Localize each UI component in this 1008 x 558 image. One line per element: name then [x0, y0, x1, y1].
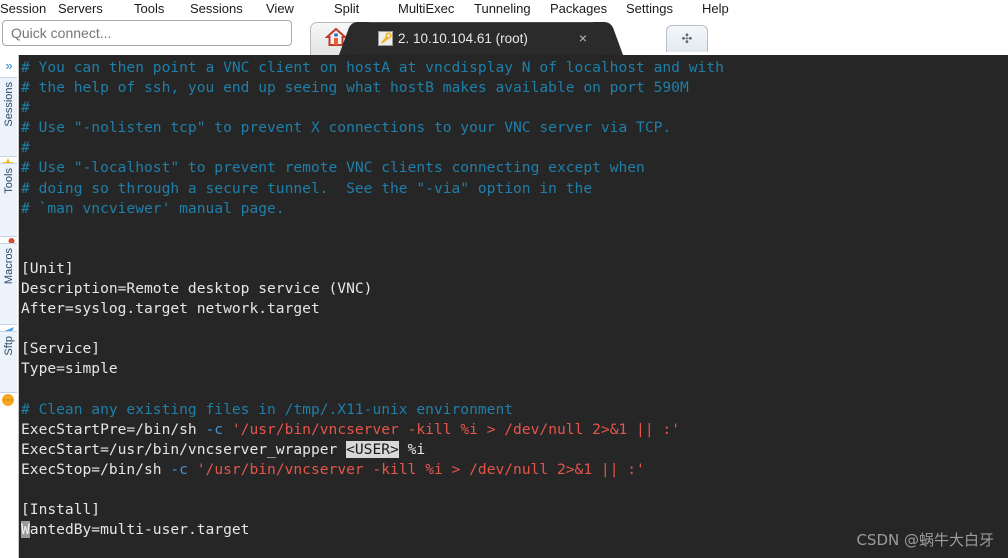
sftp-icon	[1, 393, 16, 408]
new-tab-icon: ✣	[681, 31, 693, 46]
terminal-line: WantedBy=multi-user.target	[21, 520, 1008, 540]
terminal-span: #	[21, 139, 30, 157]
menu-item-packages[interactable]: Packages	[550, 2, 607, 17]
terminal-span: [Unit]	[21, 259, 74, 277]
terminal-line: Description=Remote desktop service (VNC)	[21, 279, 1008, 299]
terminal-line: Type=simple	[21, 359, 1008, 379]
terminal-line: ExecStart=/usr/bin/vncserver_wrapper <US…	[21, 440, 1008, 460]
cursor-cell: W	[21, 521, 30, 539]
sidebar-tab-tools[interactable]: Tools	[0, 163, 17, 237]
terminal-span: -c	[205, 420, 224, 438]
terminal-line: After=syslog.target network.target	[21, 299, 1008, 319]
expand-sidebar-icon[interactable]: »	[1, 57, 17, 75]
terminal-line: #	[21, 138, 1008, 158]
menu-item-tools[interactable]: Tools	[134, 2, 164, 17]
terminal-span: '/usr/bin/vncserver -kill %i > /dev/null…	[196, 460, 645, 478]
terminal-span: #	[21, 99, 30, 117]
quick-connect-input[interactable]	[2, 20, 292, 46]
menu-item-servers[interactable]: Servers	[58, 2, 103, 17]
terminal-span: ExecStop=/bin/sh	[21, 460, 171, 478]
sidebar-tab-label: Macros	[2, 248, 15, 285]
terminal-span: After=syslog.target network.target	[21, 300, 320, 318]
terminal-span: %i	[398, 440, 426, 458]
sidebar-tab-macros[interactable]: Macros	[0, 243, 17, 325]
tab-right-edge	[592, 22, 624, 55]
left-sidebar: » Sessions Tools Macros Sftp	[0, 55, 19, 558]
terminal-line: #	[21, 98, 1008, 118]
menu-item-settings[interactable]: Settings	[626, 2, 673, 17]
terminal-span: # Use "-nolisten tcp" to prevent X conne…	[21, 119, 672, 137]
terminal-line: # doing so through a secure tunnel. See …	[21, 179, 1008, 199]
sidebar-tab-label: Sftp	[2, 336, 15, 356]
menu-item-multiexec[interactable]: MultiExec	[398, 2, 454, 17]
terminal-span: ExecStartPre=/bin/sh	[21, 420, 206, 438]
menu-item-session[interactable]: Session	[0, 2, 46, 17]
terminal-line: # `man vncviewer' manual page.	[21, 199, 1008, 219]
terminal-line: [Service]	[21, 339, 1008, 359]
sidebar-tab-label: Sessions	[2, 82, 15, 127]
terminal-span: ExecStart=/usr/bin/vncserver_wrapper	[21, 440, 347, 458]
terminal-line: [Unit]	[21, 259, 1008, 279]
terminal-span: -c	[170, 460, 188, 478]
sidebar-tab-label: Tools	[2, 168, 15, 194]
close-icon[interactable]: ×	[576, 31, 590, 45]
key-icon	[378, 31, 393, 46]
menu-item-split[interactable]: Split	[334, 2, 359, 17]
terminal-span: '/usr/bin/vncserver -kill %i > /dev/null…	[231, 420, 680, 438]
terminal-span: # `man vncviewer' manual page.	[21, 199, 285, 217]
terminal-span: Type=simple	[21, 360, 118, 378]
terminal-span: # You can then point a VNC client on hos…	[21, 59, 724, 76]
tab-session-0[interactable]: 2. 10.10.104.61 (root) ×	[338, 22, 624, 55]
terminal-line: # Clean any existing files in /tmp/.X11-…	[21, 400, 1008, 420]
terminal-line: # You can then point a VNC client on hos…	[21, 58, 1008, 78]
terminal-line: ExecStartPre=/bin/sh -c '/usr/bin/vncser…	[21, 420, 1008, 440]
sidebar-tab-sftp[interactable]: Sftp	[0, 331, 17, 393]
terminal-line: # Use "-nolisten tcp" to prevent X conne…	[21, 118, 1008, 138]
terminal-span	[223, 421, 232, 438]
terminal-line: # the help of ssh, you end up seeing wha…	[21, 78, 1008, 98]
terminal-span: # Use "-localhost" to prevent remote VNC…	[21, 159, 645, 177]
terminal-line: [Install]	[21, 500, 1008, 520]
terminal-span: # the help of ssh, you end up seeing wha…	[21, 79, 689, 97]
sidebar-tab-sessions[interactable]: Sessions	[0, 77, 17, 157]
terminal-line: # Use "-localhost" to prevent remote VNC…	[21, 158, 1008, 178]
terminal-span: Description=Remote desktop service (VNC)	[21, 280, 373, 298]
menu-item-tunneling[interactable]: Tunneling	[474, 2, 531, 17]
terminal-span: antedBy=multi-user.target	[29, 521, 250, 539]
terminal-span: [Service]	[21, 340, 101, 358]
terminal-line: ExecStop=/bin/sh -c '/usr/bin/vncserver …	[21, 460, 1008, 480]
menu-item-view[interactable]: View	[266, 2, 294, 17]
terminal-span: [Install]	[21, 501, 101, 519]
terminal-output[interactable]: # You can then point a VNC client on hos…	[19, 55, 1008, 558]
new-tab-button[interactable]: ✣	[666, 25, 708, 52]
menu-item-help[interactable]: Help	[702, 2, 729, 17]
toolbar: 2. 10.10.104.61 (root) × ✣	[0, 18, 1008, 55]
menu-bar: Session Servers Tools Sessions View Split Mult…	[0, 0, 1008, 18]
menu-item-sessions[interactable]: Sessions	[190, 2, 243, 17]
terminal-span: # doing so through a secure tunnel. See …	[21, 179, 593, 197]
terminal-span: # Clean any existing files in /tmp/.X11-…	[21, 400, 514, 418]
terminal-span	[188, 461, 197, 478]
tab-session-label: 2. 10.10.104.61 (root)	[398, 31, 528, 46]
selected-text: <USER>	[346, 440, 399, 458]
